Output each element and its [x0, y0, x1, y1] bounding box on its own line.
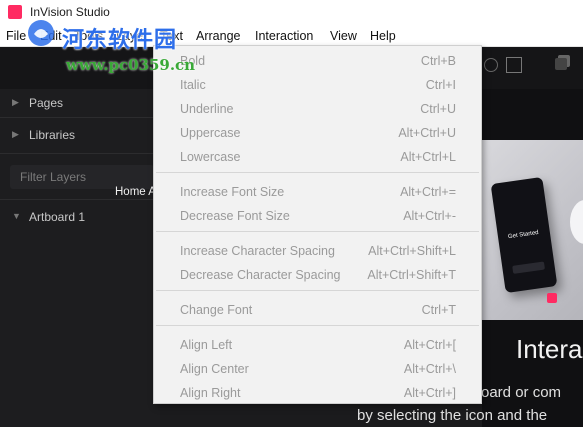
- menu-item-label: Change Font: [180, 303, 253, 317]
- menu-item-label: Bold: [180, 54, 206, 68]
- divider: [0, 117, 160, 118]
- menu-item-label: Align Left: [180, 338, 233, 352]
- menu-separator: [156, 325, 479, 326]
- menu-item-uppercase[interactable]: Uppercase Alt+Ctrl+U: [154, 122, 481, 144]
- menu-tools[interactable]: Tools: [74, 29, 103, 43]
- menu-item-shortcut: Alt+Ctrl+U: [398, 126, 456, 140]
- title-bar: InVision Studio: [0, 0, 583, 26]
- menu-interaction[interactable]: Interaction: [255, 29, 313, 43]
- menu-item-label: Underline: [180, 102, 234, 116]
- menu-item-shortcut: Alt+Ctrl+]: [403, 386, 456, 400]
- canvas-text-line-1: oard or com: [481, 384, 562, 401]
- libraries-section[interactable]: ▶ Libraries: [0, 124, 160, 146]
- components-icon[interactable]: [555, 58, 567, 70]
- menu-separator: [156, 290, 479, 291]
- hero-brand-dot: [547, 293, 557, 303]
- menu-item-label: Lowercase: [180, 150, 241, 164]
- canvas-heading: Intera: [516, 334, 583, 364]
- menu-help[interactable]: Help: [370, 29, 396, 43]
- menu-item-shortcut: Alt+Ctrl+L: [400, 150, 456, 164]
- menu-item-decrease-font-size[interactable]: Decrease Font Size Alt+Ctrl+-: [154, 205, 481, 227]
- menu-item-label: Italic: [180, 78, 206, 92]
- menu-item-label: Decrease Character Spacing: [180, 268, 341, 282]
- window-title: InVision Studio: [30, 5, 110, 19]
- menu-item-bold[interactable]: Bold Ctrl+B: [154, 50, 481, 72]
- artboard-label: Artboard 1: [29, 210, 86, 224]
- menu-item-align-center[interactable]: Align Center Alt+Ctrl+\: [154, 358, 481, 380]
- layers-panel: ▶ Pages ▶ Libraries Filter Layers ▼ Artb…: [0, 89, 160, 427]
- menu-item-label: Uppercase: [180, 126, 241, 140]
- artboard-layer[interactable]: ▼ Artboard 1: [0, 206, 160, 228]
- libraries-label: Libraries: [29, 128, 76, 142]
- menu-item-label: Align Right: [180, 386, 241, 400]
- menu-arrange[interactable]: Arrange: [196, 29, 240, 43]
- menu-item-shortcut: Ctrl+B: [420, 54, 456, 68]
- menu-item-align-right[interactable]: Align Right Alt+Ctrl+]: [154, 382, 481, 404]
- menu-item-shortcut: Alt+Ctrl+Shift+T: [367, 268, 456, 282]
- menu-item-shortcut: Alt+Ctrl+Shift+L: [368, 244, 456, 258]
- chevron-down-icon: ▼: [12, 211, 21, 221]
- menu-item-shortcut: Alt+Ctrl+-: [403, 209, 456, 223]
- menu-item-increase-character-spacing[interactable]: Increase Character Spacing Alt+Ctrl+Shif…: [154, 240, 481, 262]
- pages-label: Pages: [29, 96, 64, 110]
- artboard-home-label: Home A: [115, 186, 156, 198]
- menu-item-italic[interactable]: Italic Ctrl+I: [154, 74, 481, 96]
- link-icon[interactable]: [484, 58, 498, 72]
- menu-file[interactable]: File: [6, 29, 26, 43]
- divider: [0, 199, 160, 200]
- menu-text[interactable]: Text: [160, 29, 183, 43]
- menu-view[interactable]: View: [330, 29, 357, 43]
- menu-edit[interactable]: Edit: [40, 29, 62, 43]
- menu-item-label: Increase Character Spacing: [180, 244, 335, 258]
- chevron-right-icon: ▶: [12, 129, 19, 139]
- menu-item-underline[interactable]: Underline Ctrl+U: [154, 98, 481, 120]
- menu-separator: [156, 172, 479, 173]
- menu-item-shortcut: Alt+Ctrl+[: [403, 338, 456, 352]
- phone-button: [512, 261, 545, 274]
- menu-item-shortcut: Alt+Ctrl+=: [400, 185, 456, 199]
- crop-icon[interactable]: [506, 57, 522, 73]
- divider: [0, 153, 160, 154]
- invision-logo-icon: [8, 5, 22, 19]
- menu-item-align-left[interactable]: Align Left Alt+Ctrl+[: [154, 334, 481, 356]
- menu-layer[interactable]: Layer: [116, 29, 147, 43]
- menu-item-lowercase[interactable]: Lowercase Alt+Ctrl+L: [154, 146, 481, 168]
- text-menu-dropdown: Bold Ctrl+B Italic Ctrl+I Underline Ctrl…: [153, 45, 482, 404]
- menu-bar: File Edit Tools Layer Text Arrange Inter…: [0, 26, 583, 47]
- menu-separator: [156, 231, 479, 232]
- menu-item-shortcut: Ctrl+T: [421, 303, 456, 317]
- pages-section[interactable]: ▶ Pages: [0, 92, 160, 114]
- menu-item-increase-font-size[interactable]: Increase Font Size Alt+Ctrl+=: [154, 181, 481, 203]
- canvas-text-line-2: by selecting the icon and the: [357, 407, 548, 424]
- menu-item-change-font[interactable]: Change Font Ctrl+T: [154, 299, 481, 321]
- menu-item-shortcut: Alt+Ctrl+\: [403, 362, 456, 376]
- chevron-right-icon: ▶: [12, 97, 19, 107]
- menu-item-decrease-character-spacing[interactable]: Decrease Character Spacing Alt+Ctrl+Shif…: [154, 264, 481, 286]
- phone-text: Get Started: [507, 229, 539, 241]
- menu-item-shortcut: Ctrl+I: [425, 78, 456, 92]
- menu-item-label: Align Center: [180, 362, 249, 376]
- menu-item-shortcut: Ctrl+U: [420, 102, 456, 116]
- menu-item-label: Decrease Font Size: [180, 209, 290, 223]
- menu-item-label: Increase Font Size: [180, 185, 285, 199]
